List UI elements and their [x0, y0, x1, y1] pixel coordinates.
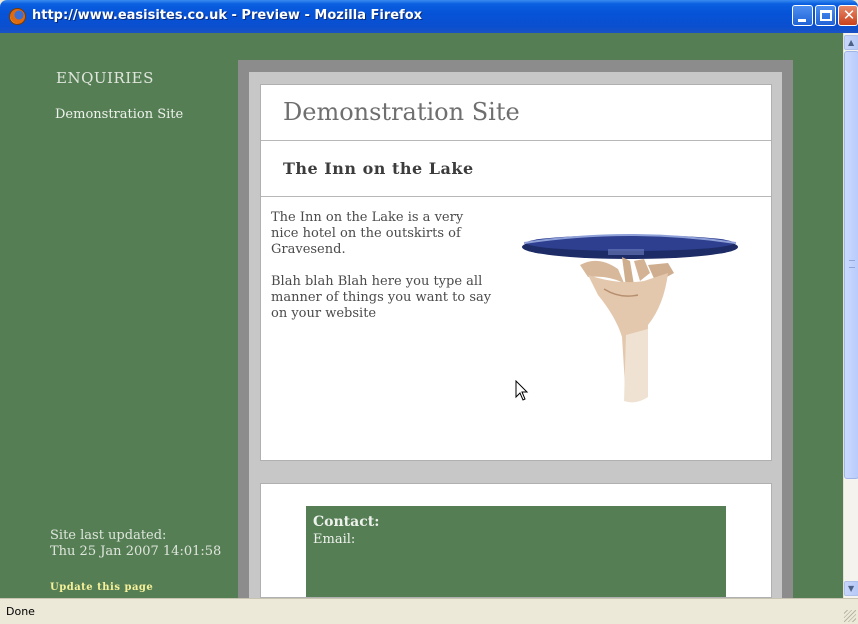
scrollbar-grip — [849, 260, 855, 268]
contact-heading: Contact: — [313, 514, 380, 530]
window-title-bar[interactable]: http://www.easisites.co.uk - Preview - M… — [0, 0, 858, 33]
scroll-down-button[interactable]: ▼ — [844, 581, 858, 596]
main-content-panel: Demonstration Site The Inn on the Lake T… — [260, 84, 772, 461]
contact-panel: Contact: Email: — [260, 483, 772, 598]
left-sidebar: ENQUIRIES Demonstration Site Site last u… — [0, 33, 238, 598]
status-text: Done — [6, 605, 35, 618]
page-title: The Inn on the Lake — [283, 159, 474, 178]
site-title: Demonstration Site — [283, 98, 520, 126]
close-icon: ✕ — [842, 6, 856, 24]
page-body-text: The Inn on the Lake is a very nice hotel… — [271, 210, 493, 338]
waiter-tray-image — [522, 234, 738, 403]
site-title-header: Demonstration Site — [261, 85, 771, 141]
contact-email-label: Email: — [313, 532, 356, 547]
last-updated-label: Site last updated: — [50, 528, 167, 543]
maximize-button[interactable] — [815, 5, 836, 26]
mouse-cursor — [515, 380, 529, 401]
window-title: http://www.easisites.co.uk - Preview - M… — [32, 8, 423, 23]
vertical-scrollbar[interactable]: ▲ ▼ — [843, 33, 858, 598]
sidebar-link-demonstration-site[interactable]: Demonstration Site — [55, 107, 183, 122]
last-updated-value: Thu 25 Jan 2007 14:01:58 — [50, 544, 222, 559]
enquiries-link[interactable]: ENQUIRIES — [56, 69, 154, 87]
scroll-up-button[interactable]: ▲ — [844, 35, 858, 50]
body-paragraph: Blah blah Blah here you type all manner … — [271, 274, 492, 321]
update-this-page-link[interactable]: Update this page — [50, 582, 153, 593]
minimize-icon — [798, 19, 806, 22]
minimize-button[interactable] — [792, 5, 813, 26]
scrollbar-thumb[interactable] — [844, 51, 858, 479]
close-button[interactable]: ✕ — [838, 5, 858, 26]
chevron-down-icon: ▼ — [848, 584, 855, 593]
body-paragraph: The Inn on the Lake is a very nice hotel… — [271, 210, 464, 257]
status-bar: Done — [0, 598, 858, 624]
resize-grip-icon[interactable] — [844, 610, 856, 622]
page-title-header: The Inn on the Lake — [261, 142, 771, 197]
maximize-icon — [820, 10, 832, 21]
contact-box: Contact: Email: — [306, 506, 726, 597]
chevron-up-icon: ▲ — [848, 38, 855, 47]
firefox-icon — [9, 8, 26, 25]
